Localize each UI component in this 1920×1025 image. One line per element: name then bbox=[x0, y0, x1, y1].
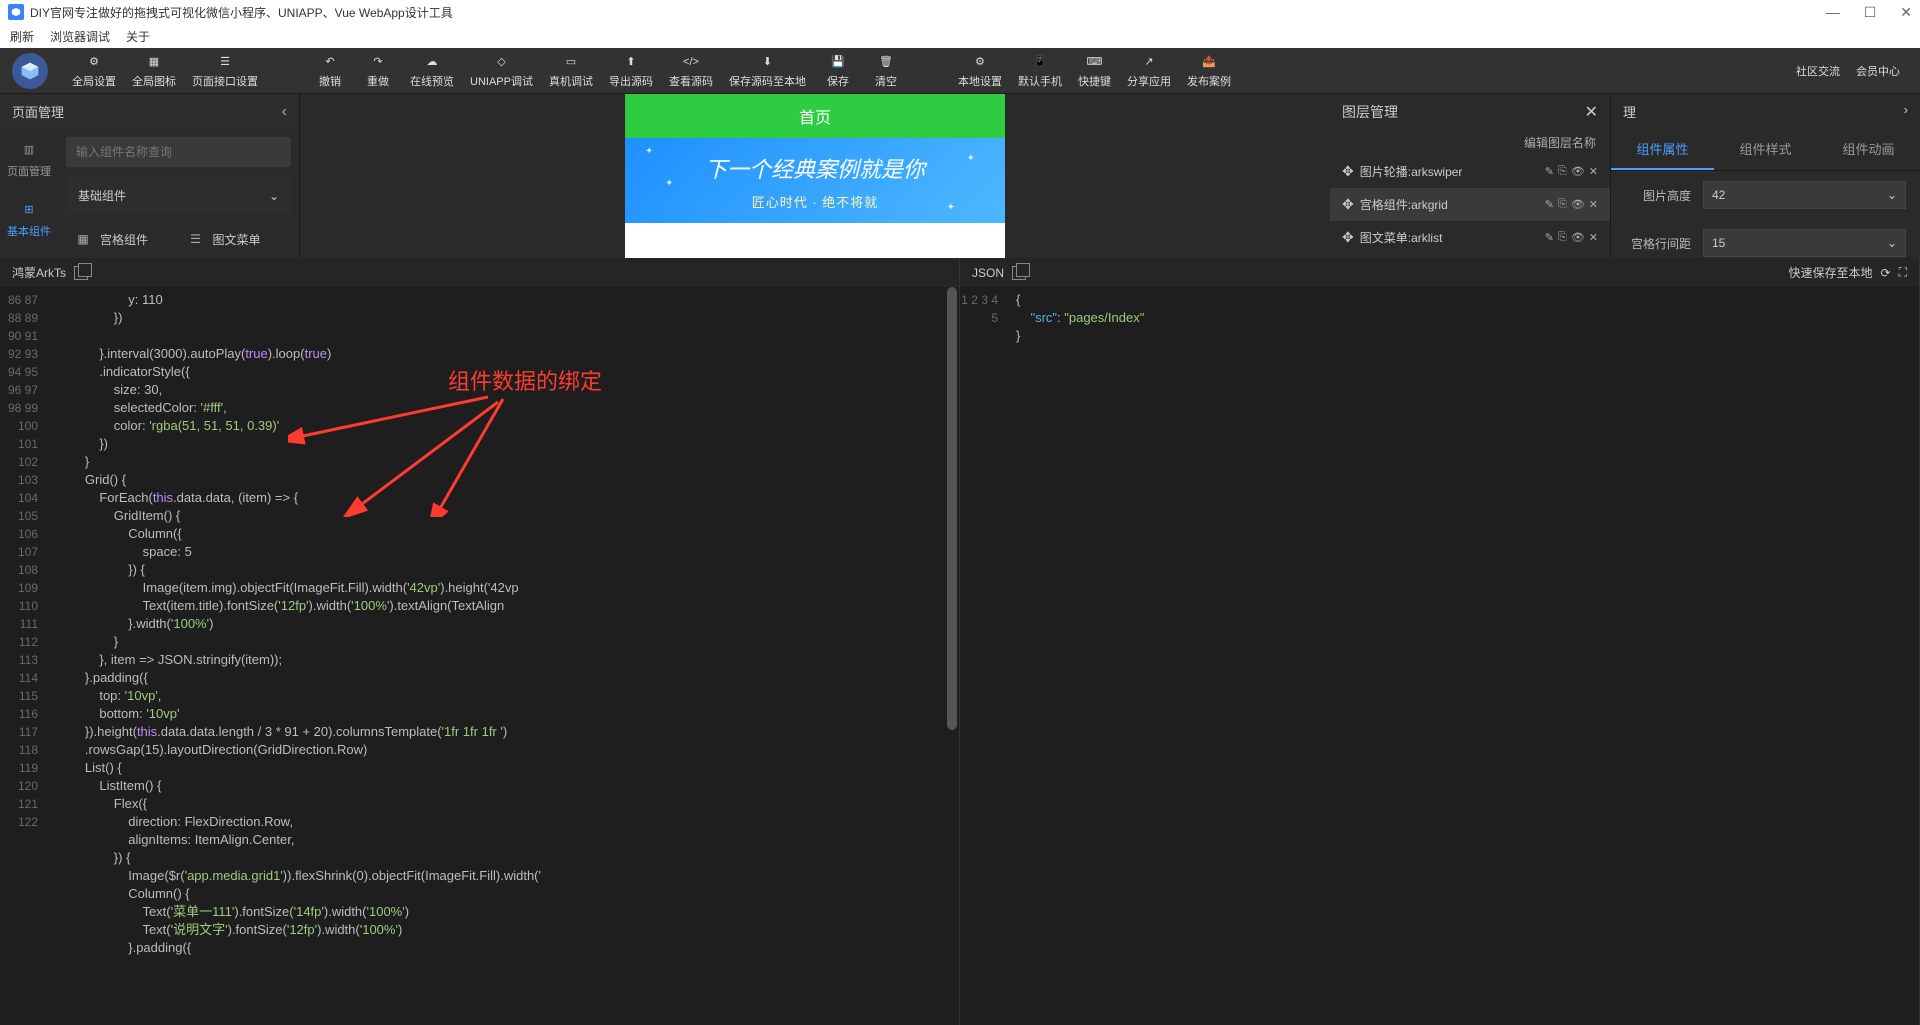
default-phone-button[interactable]: 📱默认手机 bbox=[1010, 48, 1070, 94]
rp-header-text: 理 bbox=[1623, 102, 1636, 121]
layer-item-grid[interactable]: ✥宫格组件:arkgrid ✎⎘👁✕ bbox=[1330, 188, 1610, 221]
delete-icon[interactable]: ✕ bbox=[1589, 231, 1598, 244]
code-pane-title-arkts: 鸿蒙ArkTs bbox=[12, 264, 66, 281]
left-panel: 页面管理 ‹ ▥ 页面管理 ⊞ 基本组件 基础组件 ⌄ bbox=[0, 94, 300, 258]
global-settings-button[interactable]: ⚙全局设置 bbox=[64, 48, 124, 94]
chevron-down-icon: ⌄ bbox=[1887, 236, 1897, 250]
tab-component-style[interactable]: 组件样式 bbox=[1714, 129, 1817, 170]
prop-image-height-input[interactable]: 42⌄ bbox=[1703, 181, 1906, 209]
page-manage-icon: ▥ bbox=[17, 139, 41, 159]
tab-component-anim[interactable]: 组件动画 bbox=[1817, 129, 1920, 170]
copy-icon[interactable] bbox=[74, 266, 88, 280]
preview-canvas: 首页 ✦ ✦ ✦ ✦ 下一个经典案例就是你 匠心时代 · 绝不将就 bbox=[300, 94, 1330, 258]
code-editor-json[interactable]: 1 2 3 4 5 { "src": "pages/Index" } bbox=[960, 287, 1919, 1025]
menu-browser-debug[interactable]: 浏览器调试 bbox=[50, 28, 110, 45]
main-toolbar: ⚙全局设置 ▦全局图标 ☰页面接口设置 ↶撤销 ↷重做 ☁在线预览 ◇UNIAP… bbox=[0, 48, 1920, 94]
component-image-text-menu[interactable]: ☰ 图文菜单 bbox=[179, 222, 292, 256]
save-code-local-button[interactable]: ⬇保存源码至本地 bbox=[721, 48, 814, 94]
component-grid[interactable]: ▦ 宫格组件 bbox=[66, 222, 179, 256]
copy-icon[interactable] bbox=[1012, 266, 1026, 280]
uniapp-debug-button[interactable]: ◇UNIAPP调试 bbox=[462, 48, 541, 94]
delete-icon[interactable]: ✕ bbox=[1589, 165, 1598, 178]
list-icon: ☰ bbox=[187, 230, 205, 248]
member-center-button[interactable]: 会员中心 bbox=[1848, 48, 1908, 94]
copy-icon[interactable]: ⎘ bbox=[1558, 231, 1567, 244]
prop-grid-gap-label: 宫格行间距 bbox=[1625, 235, 1691, 252]
layer-item-list[interactable]: ✥图文菜单:arklist ✎⎘👁✕ bbox=[1330, 221, 1610, 254]
layer-close-icon[interactable]: ✕ bbox=[1585, 102, 1598, 122]
maximize-icon[interactable]: ⛶ bbox=[1899, 265, 1907, 280]
eye-icon[interactable]: 👁 bbox=[1571, 198, 1585, 211]
menubar: 刷新 浏览器调试 关于 bbox=[0, 24, 1920, 48]
tab-page-manage[interactable]: ▥ 页面管理 bbox=[0, 129, 58, 189]
edit-icon[interactable]: ✎ bbox=[1545, 198, 1554, 211]
layer-item-swiper[interactable]: ✥图片轮播:arkswiper ✎⎘👁✕ bbox=[1330, 155, 1610, 188]
layer-edit-name[interactable]: 编辑图层名称 bbox=[1330, 130, 1610, 155]
properties-panel: 理 › 组件属性 组件样式 组件动画 图片高度 42⌄ 宫格行间距 15⌄ bbox=[1610, 94, 1920, 258]
share-app-button[interactable]: ↗分享应用 bbox=[1119, 48, 1179, 94]
collapse-right-icon[interactable]: › bbox=[1904, 102, 1908, 121]
left-panel-title: 页面管理 bbox=[12, 102, 64, 121]
edit-icon[interactable]: ✎ bbox=[1545, 165, 1554, 178]
copy-icon[interactable]: ⎘ bbox=[1558, 165, 1567, 178]
preview-button[interactable]: ☁在线预览 bbox=[402, 48, 462, 94]
puzzle-icon: ⊞ bbox=[17, 199, 41, 219]
basic-components-accordion[interactable]: 基础组件 ⌄ bbox=[66, 177, 291, 214]
local-settings-button[interactable]: ⚙本地设置 bbox=[950, 48, 1010, 94]
logo[interactable] bbox=[12, 53, 48, 89]
layer-panel: 图层管理 ✕ 编辑图层名称 ✥图片轮播:arkswiper ✎⎘👁✕ ✥宫格组件… bbox=[1330, 94, 1610, 258]
shortcut-button[interactable]: ⌨快捷键 bbox=[1070, 48, 1119, 94]
community-button[interactable]: 社区交流 bbox=[1788, 48, 1848, 94]
banner-line1: 下一个经典案例就是你 bbox=[625, 152, 1005, 184]
code-pane-json: JSON 快速保存至本地 ⟳ ⛶ 1 2 3 4 5 { "src": "pag… bbox=[960, 258, 1920, 1025]
collapse-left-icon[interactable]: ‹ bbox=[282, 103, 287, 121]
edit-icon[interactable]: ✎ bbox=[1545, 231, 1554, 244]
real-device-button[interactable]: ▭真机调试 bbox=[541, 48, 601, 94]
redo-button[interactable]: ↷重做 bbox=[354, 48, 402, 94]
tab-basic-components[interactable]: ⊞ 基本组件 bbox=[0, 189, 58, 249]
tab-component-props[interactable]: 组件属性 bbox=[1611, 129, 1714, 170]
eye-icon[interactable]: 👁 bbox=[1571, 165, 1585, 178]
eye-icon[interactable]: 👁 bbox=[1571, 231, 1585, 244]
code-pane-arkts: 鸿蒙ArkTs 86 87 88 89 90 91 92 93 94 95 96… bbox=[0, 258, 960, 1025]
publish-case-button[interactable]: 📤发布案例 bbox=[1179, 48, 1239, 94]
undo-button[interactable]: ↶撤销 bbox=[306, 48, 354, 94]
phone-header: 首页 bbox=[625, 94, 1005, 138]
window-titlebar: DIY官网专注做好的拖拽式可视化微信小程序、UNIAPP、Vue WebApp设… bbox=[0, 0, 1920, 24]
prop-grid-gap-input[interactable]: 15⌄ bbox=[1703, 229, 1906, 257]
chevron-down-icon: ⌄ bbox=[1887, 188, 1897, 202]
move-icon: ✥ bbox=[1342, 163, 1354, 180]
prop-image-height-label: 图片高度 bbox=[1625, 187, 1691, 204]
menu-about[interactable]: 关于 bbox=[126, 28, 150, 45]
view-code-button[interactable]: </>查看源码 bbox=[661, 48, 721, 94]
export-code-button[interactable]: ⬆导出源码 bbox=[601, 48, 661, 94]
chevron-down-icon: ⌄ bbox=[269, 189, 279, 203]
window-title: DIY官网专注做好的拖拽式可视化微信小程序、UNIAPP、Vue WebApp设… bbox=[30, 4, 453, 21]
clear-button[interactable]: 🗑清空 bbox=[862, 48, 910, 94]
scrollbar[interactable] bbox=[947, 287, 957, 730]
copy-icon[interactable]: ⎘ bbox=[1558, 198, 1567, 211]
phone-preview[interactable]: 首页 ✦ ✦ ✦ ✦ 下一个经典案例就是你 匠心时代 · 绝不将就 bbox=[625, 94, 1005, 258]
refresh-icon[interactable]: ⟳ bbox=[1881, 266, 1891, 280]
phone-banner: ✦ ✦ ✦ ✦ 下一个经典案例就是你 匠心时代 · 绝不将就 bbox=[625, 138, 1005, 223]
layer-panel-title: 图层管理 bbox=[1342, 102, 1398, 122]
page-api-button[interactable]: ☰页面接口设置 bbox=[184, 48, 266, 94]
maximize-button[interactable]: ☐ bbox=[1864, 4, 1877, 21]
move-icon: ✥ bbox=[1342, 229, 1354, 246]
grid-icon: ▦ bbox=[74, 230, 92, 248]
global-icons-button[interactable]: ▦全局图标 bbox=[124, 48, 184, 94]
app-icon bbox=[8, 4, 24, 20]
menu-refresh[interactable]: 刷新 bbox=[10, 28, 34, 45]
quick-save-button[interactable]: 快速保存至本地 bbox=[1789, 264, 1873, 281]
save-button[interactable]: 💾保存 bbox=[814, 48, 862, 94]
minimize-button[interactable]: — bbox=[1826, 4, 1840, 21]
close-button[interactable]: ✕ bbox=[1900, 4, 1912, 21]
code-pane-title-json: JSON bbox=[972, 266, 1004, 280]
move-icon: ✥ bbox=[1342, 196, 1354, 213]
delete-icon[interactable]: ✕ bbox=[1589, 198, 1598, 211]
component-search-input[interactable] bbox=[66, 137, 291, 167]
code-editor-arkts[interactable]: 86 87 88 89 90 91 92 93 94 95 96 97 98 9… bbox=[0, 287, 959, 1025]
